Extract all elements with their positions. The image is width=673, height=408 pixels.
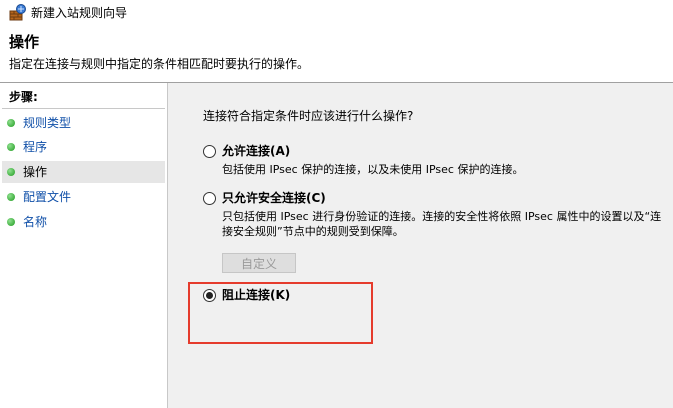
- step-program[interactable]: 程序: [2, 136, 165, 158]
- step-label: 规则类型: [23, 116, 72, 130]
- allow-secure-radio[interactable]: [203, 192, 216, 205]
- action-question: 连接符合指定条件时应该进行什么操作?: [203, 109, 414, 123]
- allow-secure-label[interactable]: 只允许安全连接(C): [222, 190, 326, 206]
- firewall-app-icon: [9, 4, 26, 21]
- allow-secure-desc: 只包括使用 IPsec 进行身份验证的连接。连接的安全性将依照 IPsec 属性…: [222, 210, 662, 238]
- steps-heading: 步骤:: [9, 90, 38, 104]
- step-label: 程序: [23, 140, 48, 154]
- step-status-icon: [7, 218, 15, 226]
- step-status-icon: [7, 193, 15, 201]
- step-label: 名称: [23, 215, 48, 229]
- step-name[interactable]: 名称: [2, 211, 165, 233]
- step-action[interactable]: 操作: [2, 161, 165, 183]
- step-label: 配置文件: [23, 190, 72, 204]
- steps-panel: 步骤: 规则类型 程序 操作 配置文件 名称: [0, 83, 167, 408]
- step-label: 操作: [23, 165, 48, 179]
- customize-button[interactable]: 自定义: [222, 253, 296, 273]
- steps-divider: [2, 108, 165, 109]
- page-title: 操作: [9, 33, 40, 51]
- allow-connection-desc: 包括使用 IPsec 保护的连接，以及未使用 IPsec 保护的连接。: [222, 163, 524, 176]
- step-status-icon: [7, 168, 15, 176]
- title-bar: 新建入站规则向导: [0, 0, 673, 28]
- step-rule-type[interactable]: 规则类型: [2, 112, 165, 134]
- window-title: 新建入站规则向导: [31, 6, 128, 20]
- step-status-icon: [7, 119, 15, 127]
- wizard-header: 操作 指定在连接与规则中指定的条件相匹配时要执行的操作。: [0, 28, 673, 78]
- page-description: 指定在连接与规则中指定的条件相匹配时要执行的操作。: [9, 57, 310, 71]
- step-profile[interactable]: 配置文件: [2, 186, 165, 208]
- action-content: 连接符合指定条件时应该进行什么操作? 允许连接(A) 包括使用 IPsec 保护…: [168, 83, 673, 408]
- highlight-annotation-box: [188, 282, 373, 344]
- allow-connection-label[interactable]: 允许连接(A): [222, 143, 290, 159]
- allow-connection-radio[interactable]: [203, 145, 216, 158]
- step-status-icon: [7, 143, 15, 151]
